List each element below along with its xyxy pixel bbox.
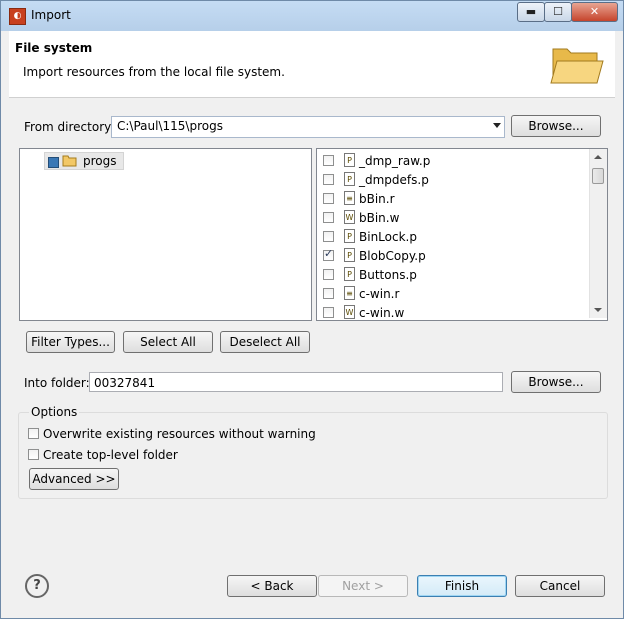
file-list-scrollbar[interactable] <box>589 149 607 318</box>
maximize-button[interactable]: ☐ <box>544 2 572 22</box>
scroll-down-icon[interactable] <box>594 308 602 312</box>
file-list[interactable]: P _dmp_raw.p P _dmpdefs.p ≡ bBin.r W bBi… <box>316 148 608 321</box>
list-item[interactable]: W c-win.w <box>317 304 587 320</box>
window-title: Import <box>31 8 71 22</box>
into-folder-browse-button[interactable]: Browse... <box>511 371 601 393</box>
file-checkbox[interactable] <box>323 155 334 166</box>
file-name: BinLock.p <box>359 230 417 244</box>
deselect-all-button[interactable]: Deselect All <box>220 331 310 353</box>
tree-item-label: progs <box>83 154 117 168</box>
from-directory-value: C:\Paul\115\progs <box>117 119 223 133</box>
list-item[interactable]: ≡ c-win.r <box>317 285 587 304</box>
options-title: Options <box>29 405 80 419</box>
folder-tree[interactable]: progs <box>19 148 312 321</box>
page-title: File system <box>15 41 93 55</box>
help-icon[interactable]: ? <box>25 574 49 598</box>
eclipse-icon: ◐ <box>9 8 26 25</box>
wizard-header: File system Import resources from the lo… <box>9 31 615 98</box>
list-item[interactable]: ≡ bBin.r <box>317 190 587 209</box>
folder-icon <box>62 155 77 167</box>
from-directory-combo[interactable]: C:\Paul\115\progs <box>111 116 505 138</box>
back-button[interactable]: < Back <box>227 575 317 597</box>
into-folder-label: Into folder: <box>24 376 90 390</box>
finish-button[interactable]: Finish <box>417 575 507 597</box>
create-top-level-label: Create top-level folder <box>43 448 178 462</box>
file-checkbox-checked[interactable] <box>323 247 334 261</box>
file-checkbox[interactable] <box>323 231 334 242</box>
file-checkbox[interactable] <box>323 307 334 318</box>
cancel-button[interactable]: Cancel <box>515 575 605 597</box>
into-folder-input[interactable]: 00327841 <box>89 372 503 392</box>
filter-types-button[interactable]: Filter Types... <box>26 331 115 353</box>
list-item[interactable]: P BinLock.p <box>317 228 587 247</box>
from-directory-label: From directory: <box>24 120 115 134</box>
file-checkbox[interactable] <box>323 288 334 299</box>
file-name: _dmp_raw.p <box>359 154 431 168</box>
import-dialog: ◐ Import ▬ ☐ ✕ File system Import resour… <box>0 0 624 619</box>
folder-open-icon <box>550 48 604 84</box>
scroll-up-icon[interactable] <box>594 155 602 159</box>
file-name: bBin.r <box>359 192 395 206</box>
select-all-button[interactable]: Select All <box>123 331 213 353</box>
into-folder-value: 00327841 <box>94 376 156 390</box>
list-item[interactable]: P _dmpdefs.p <box>317 171 587 190</box>
window-file-icon: W <box>344 305 355 319</box>
overwrite-label: Overwrite existing resources without war… <box>43 427 316 441</box>
file-checkbox[interactable] <box>323 212 334 223</box>
binary-file-icon: ≡ <box>344 191 355 205</box>
progress-file-icon: P <box>344 248 355 262</box>
file-name: c-win.r <box>359 287 400 301</box>
file-name: BlobCopy.p <box>359 249 426 263</box>
tree-checkbox-partial[interactable] <box>48 157 59 168</box>
close-button[interactable]: ✕ <box>571 2 618 22</box>
page-description: Import resources from the local file sys… <box>23 65 285 79</box>
title-bar[interactable]: ◐ Import ▬ ☐ ✕ <box>1 1 623 31</box>
file-name: bBin.w <box>359 211 400 225</box>
minimize-button[interactable]: ▬ <box>517 2 545 22</box>
progress-file-icon: P <box>344 267 355 281</box>
list-item[interactable]: W bBin.w <box>317 209 587 228</box>
file-name: Buttons.p <box>359 268 417 282</box>
advanced-button[interactable]: Advanced >> <box>29 468 119 490</box>
list-item[interactable]: P _dmp_raw.p <box>317 152 587 171</box>
progress-file-icon: P <box>344 153 355 167</box>
next-button[interactable]: Next > <box>318 575 408 597</box>
progress-file-icon: P <box>344 229 355 243</box>
file-name: c-win.w <box>359 306 405 320</box>
window-file-icon: W <box>344 210 355 224</box>
from-directory-browse-button[interactable]: Browse... <box>511 115 601 137</box>
file-checkbox[interactable] <box>323 193 334 204</box>
binary-file-icon: ≡ <box>344 286 355 300</box>
chevron-down-icon[interactable] <box>493 123 501 128</box>
scroll-thumb[interactable] <box>592 168 604 184</box>
overwrite-checkbox[interactable] <box>28 428 39 439</box>
list-item[interactable]: P Buttons.p <box>317 266 587 285</box>
create-top-level-checkbox[interactable] <box>28 449 39 460</box>
file-name: _dmpdefs.p <box>359 173 429 187</box>
progress-file-icon: P <box>344 172 355 186</box>
list-item[interactable]: P BlobCopy.p <box>317 247 587 266</box>
file-checkbox[interactable] <box>323 269 334 280</box>
file-checkbox[interactable] <box>323 174 334 185</box>
